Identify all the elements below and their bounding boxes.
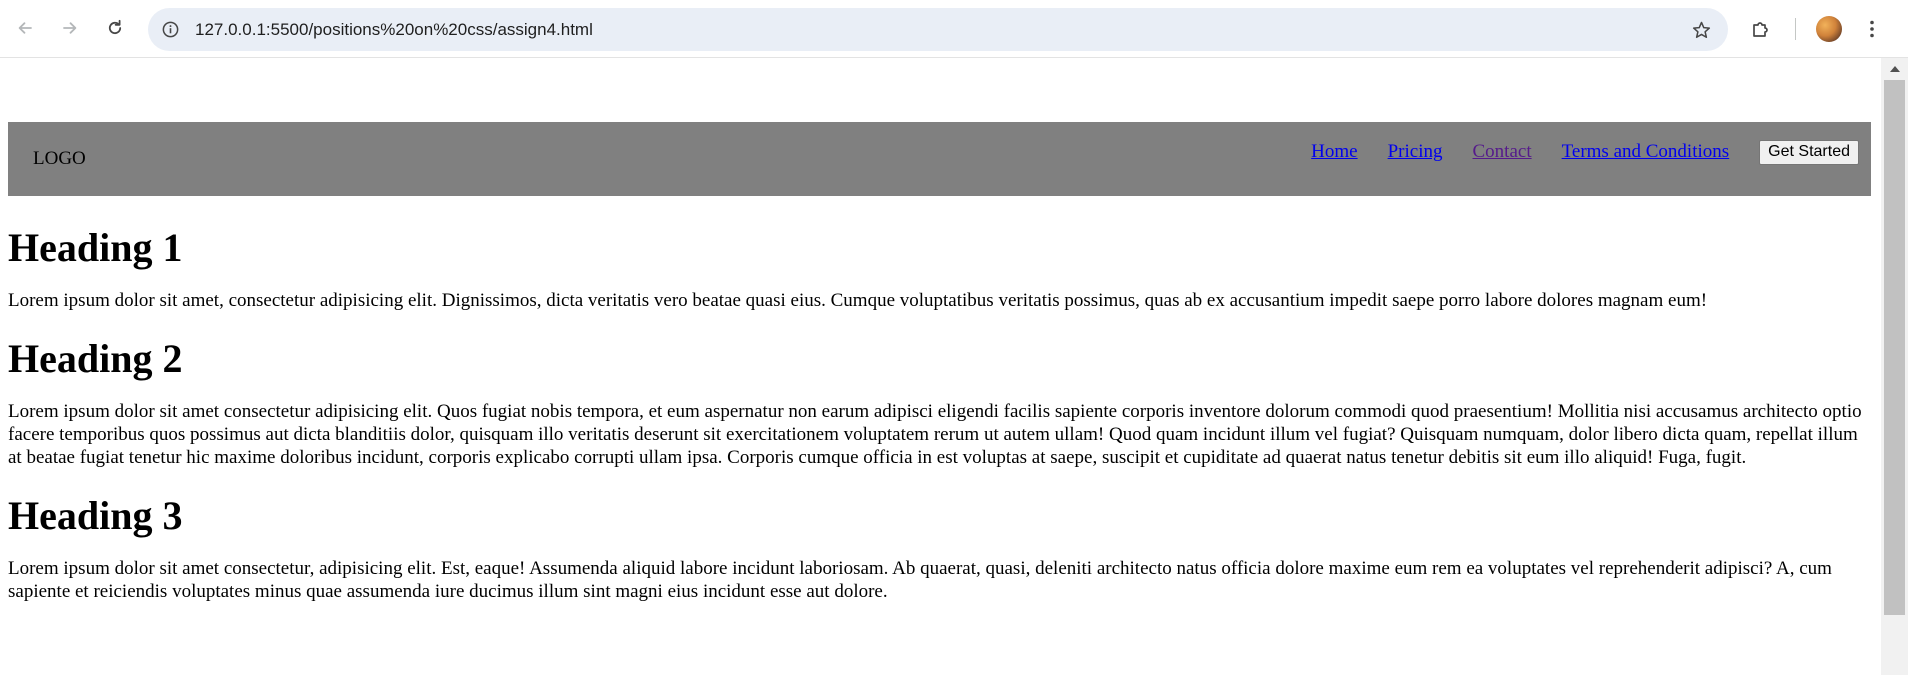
profile-avatar[interactable]: [1816, 16, 1842, 42]
get-started-button[interactable]: Get Started: [1759, 139, 1859, 165]
main-content: Heading 1 Lorem ipsum dolor sit amet, co…: [8, 200, 1871, 603]
main-nav: Home Pricing Contact Terms and Condition…: [1311, 139, 1859, 165]
paragraph-3: Lorem ipsum dolor sit amet consectetur, …: [8, 558, 1832, 602]
site-header: LOGO Home Pricing Contact Terms and Cond…: [8, 122, 1871, 196]
nav-link-terms[interactable]: Terms and Conditions: [1562, 141, 1730, 163]
scrollbar-thumb[interactable]: [1884, 80, 1905, 615]
nav-link-contact[interactable]: Contact: [1473, 141, 1532, 163]
heading-2: Heading 2: [8, 336, 183, 381]
nav-link-home[interactable]: Home: [1311, 141, 1357, 163]
reload-button[interactable]: [100, 13, 130, 43]
page-viewport: LOGO Home Pricing Contact Terms and Cond…: [0, 58, 1881, 675]
heading-3: Heading 3: [8, 493, 183, 538]
puzzle-icon[interactable]: [1746, 14, 1776, 44]
arrow-left-icon: [18, 22, 32, 34]
reload-icon: [108, 19, 122, 35]
section-1: Heading 1 Lorem ipsum dolor sit amet, co…: [8, 225, 1871, 312]
section-2: Heading 2 Lorem ipsum dolor sit amet con…: [8, 336, 1871, 469]
back-button[interactable]: [10, 13, 40, 43]
logo: LOGO: [33, 148, 86, 169]
kebab-menu-icon[interactable]: [1860, 14, 1884, 44]
arrow-right-icon: [63, 22, 77, 34]
scroll-up-arrow-icon[interactable]: [1881, 58, 1908, 80]
heading-1: Heading 1: [8, 225, 183, 270]
paragraph-2: Lorem ipsum dolor sit amet consectetur a…: [8, 401, 1862, 468]
browser-toolbar: [0, 0, 1908, 58]
url-input[interactable]: [195, 8, 1635, 51]
section-3: Heading 3 Lorem ipsum dolor sit amet con…: [8, 493, 1871, 603]
info-icon[interactable]: [160, 19, 180, 39]
forward-button[interactable]: [55, 13, 85, 43]
nav-link-pricing[interactable]: Pricing: [1388, 141, 1443, 163]
toolbar-divider: [1795, 18, 1796, 40]
star-icon[interactable]: [1690, 19, 1712, 41]
vertical-scrollbar[interactable]: [1881, 58, 1908, 675]
address-bar[interactable]: [148, 8, 1728, 51]
paragraph-1: Lorem ipsum dolor sit amet, consectetur …: [8, 290, 1708, 311]
